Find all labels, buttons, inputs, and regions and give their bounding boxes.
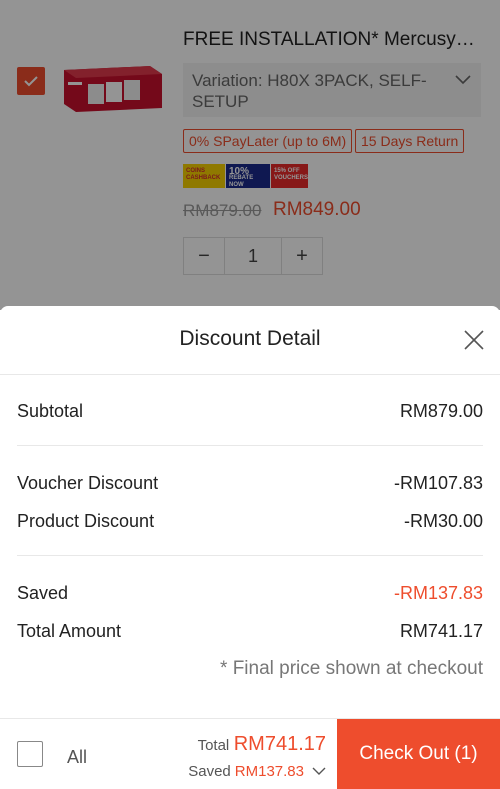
checkout-price-note: * Final price shown at checkout <box>220 658 483 679</box>
divider <box>17 445 483 446</box>
select-all-checkbox[interactable] <box>17 741 43 767</box>
saved-row: Saved -RM137.83 <box>17 583 483 604</box>
sheet-header: Discount Detail <box>0 306 500 375</box>
discount-detail-sheet: Discount Detail Subtotal RM879.00 Vouche… <box>0 306 500 718</box>
product-discount-row: Product Discount -RM30.00 <box>17 511 483 532</box>
close-icon[interactable] <box>462 328 486 352</box>
sheet-title: Discount Detail <box>179 327 321 350</box>
product-discount-value: -RM30.00 <box>403 511 483 531</box>
checkout-button[interactable]: Check Out (1) <box>337 719 500 789</box>
total-summary: Total RM741.17 <box>198 733 326 756</box>
subtotal-label: Subtotal <box>17 401 84 421</box>
total-amount-label: Total Amount <box>17 621 122 641</box>
saved-summary-value: RM137.83 <box>234 763 304 780</box>
subtotal-row: Subtotal RM879.00 <box>17 401 483 422</box>
checkout-bar: All Total RM741.17 Saved RM137.83 Check … <box>0 718 500 789</box>
total-value: RM741.17 <box>233 733 326 755</box>
saved-label: Saved <box>17 583 69 603</box>
voucher-discount-label: Voucher Discount <box>17 473 159 493</box>
modal-backdrop[interactable] <box>0 0 500 310</box>
saved-summary-label: Saved <box>188 763 231 780</box>
divider <box>17 555 483 556</box>
chevron-down-icon <box>312 767 326 775</box>
product-discount-label: Product Discount <box>17 511 155 531</box>
saved-value: -RM137.83 <box>393 583 483 603</box>
saved-summary-toggle[interactable]: Saved RM137.83 <box>188 763 326 780</box>
voucher-discount-row: Voucher Discount -RM107.83 <box>17 473 483 494</box>
total-amount-row: Total Amount RM741.17 <box>17 621 483 642</box>
voucher-discount-value: -RM107.83 <box>393 473 483 493</box>
total-label: Total <box>197 737 230 754</box>
select-all-label[interactable]: All <box>67 747 87 768</box>
subtotal-value: RM879.00 <box>399 401 483 421</box>
total-amount-value: RM741.17 <box>399 621 483 641</box>
